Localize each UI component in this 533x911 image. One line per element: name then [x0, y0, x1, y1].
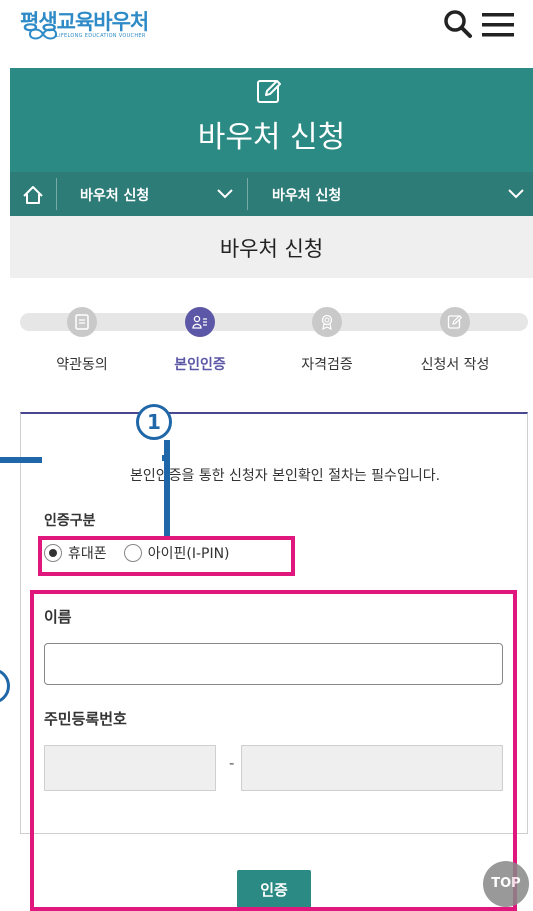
user-list-icon: [192, 315, 207, 329]
logo-mark-icon: [28, 28, 58, 40]
logo[interactable]: 평생교육바우처 LIFELONG EDUCATION VOUCHER: [20, 6, 180, 48]
step-2-label: 본인인증: [174, 357, 226, 373]
auth-type-label: 인증구분: [44, 513, 96, 529]
step-1-label: 약관동의: [56, 357, 108, 373]
hamburger-menu-icon[interactable]: [482, 11, 514, 39]
page-title-bar: 바우처 신청: [10, 216, 533, 278]
search-icon[interactable]: [443, 9, 473, 39]
badge-icon: [321, 314, 333, 330]
step-4-label: 신청서 작성: [420, 357, 490, 373]
banner-title: 바우처 신청: [197, 120, 346, 155]
annotation-connector: [164, 440, 170, 536]
annotation-marker-1: 1: [136, 404, 172, 440]
annotation-highlight-auth-type: [38, 536, 295, 576]
page-title: 바우처 신청: [219, 237, 324, 261]
document-icon: [75, 314, 89, 330]
edit-icon: [257, 80, 281, 103]
annotation-marker-2: [0, 668, 10, 704]
scroll-top-button[interactable]: TOP: [483, 861, 529, 907]
breadcrumb-divider: [247, 178, 248, 210]
annotation-connector: [0, 457, 42, 463]
annotation-highlight-fields: [30, 590, 517, 911]
step-4-icon: [440, 307, 470, 337]
edit-icon: [447, 314, 463, 329]
chevron-down-icon[interactable]: [216, 185, 234, 203]
step-3-icon: [312, 307, 342, 337]
step-3-label: 자격검증: [301, 357, 353, 373]
logo-subtext: LIFELONG EDUCATION VOUCHER: [56, 33, 146, 39]
step-1-icon: [67, 307, 97, 337]
notice-text: 본인인증을 통한 신청자 본인확인 절차는 필수입니다.: [129, 468, 441, 484]
breadcrumb: 바우처 신청 바우처 신청: [10, 172, 533, 216]
step-2-icon: [185, 307, 215, 337]
chevron-down-icon[interactable]: [507, 185, 525, 203]
breadcrumb-divider: [56, 178, 57, 210]
page-banner: 바우처 신청: [10, 68, 533, 172]
breadcrumb-level2[interactable]: 바우처 신청: [272, 185, 341, 205]
breadcrumb-level1[interactable]: 바우처 신청: [80, 185, 149, 205]
home-icon[interactable]: [10, 172, 56, 216]
